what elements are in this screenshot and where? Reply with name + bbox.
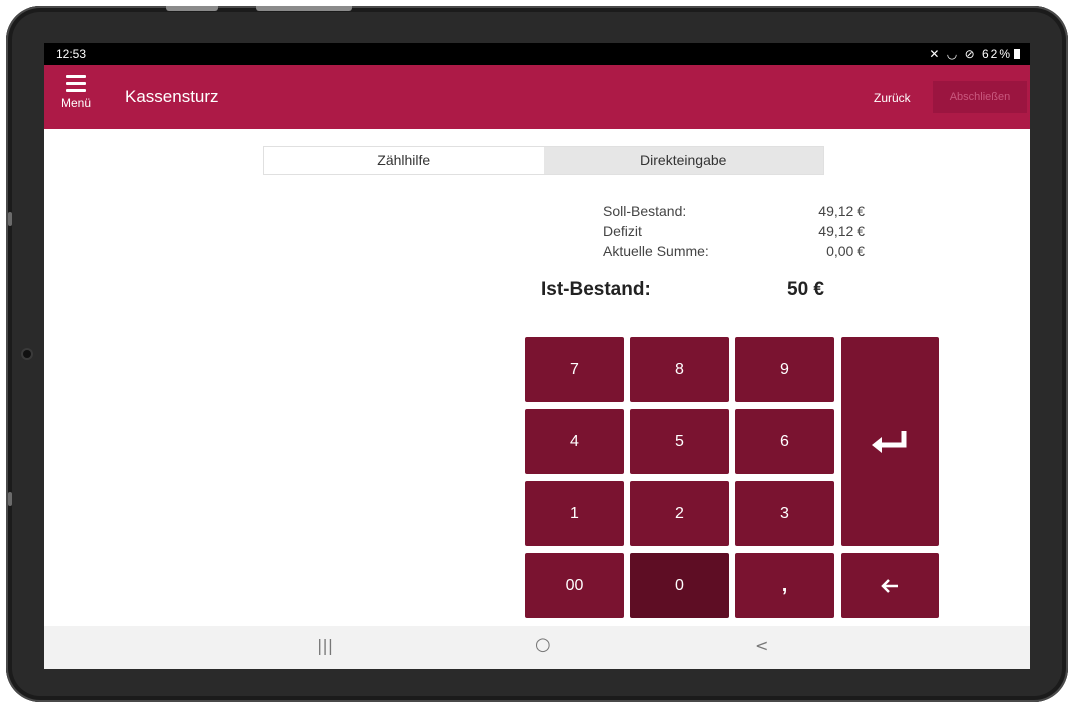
status-icons: ✕ ◡ ⊘ 62%: [929, 47, 1020, 61]
finish-button[interactable]: Abschließen: [933, 81, 1027, 113]
key-2[interactable]: 2: [630, 481, 729, 546]
page-title: Kassensturz: [125, 87, 219, 106]
soll-label: Soll-Bestand:: [603, 203, 687, 219]
nav-back-icon[interactable]: <: [755, 636, 768, 655]
summe-row: Aktuelle Summe: 0,00 €: [600, 241, 865, 261]
tab-zaehlhilfe[interactable]: Zählhilfe: [264, 147, 544, 174]
recent-apps-icon[interactable]: |||: [317, 636, 333, 655]
android-nav-bar: ||| ○ <: [44, 626, 1030, 669]
key-9[interactable]: 9: [735, 337, 834, 402]
key-1[interactable]: 1: [525, 481, 624, 546]
summe-value: 0,00 €: [826, 243, 865, 259]
key-comma[interactable]: ,: [735, 553, 834, 618]
key-3[interactable]: 3: [735, 481, 834, 546]
menu-button[interactable]: Menü: [58, 71, 94, 119]
battery-level: 62%: [981, 47, 1012, 61]
key-5[interactable]: 5: [630, 409, 729, 474]
status-indicator-icons: ✕ ◡ ⊘: [929, 47, 977, 61]
arrow-left-icon: [881, 578, 898, 593]
status-bar: 12:53 ✕ ◡ ⊘ 62%: [44, 43, 1030, 65]
hardware-button: [166, 6, 218, 11]
app-bar: Menü Kassensturz Zurück Abschließen: [44, 65, 1030, 129]
ist-bestand-row: Ist-Bestand: 50 €: [541, 277, 847, 305]
soll-row: Soll-Bestand: 49,12 €: [600, 201, 865, 221]
menu-label: Menü: [60, 96, 92, 110]
back-button[interactable]: Zurück: [874, 91, 911, 105]
key-4[interactable]: 4: [525, 409, 624, 474]
enter-key[interactable]: [841, 337, 939, 546]
summe-label: Aktuelle Summe:: [603, 243, 709, 259]
tablet-screen: 12:53 ✕ ◡ ⊘ 62% Menü Kassensturz Zurück …: [44, 43, 1030, 669]
ist-label: Ist-Bestand:: [541, 279, 651, 300]
backspace-key[interactable]: [841, 553, 939, 618]
key-0[interactable]: 0: [630, 553, 729, 618]
hamburger-icon: [66, 75, 86, 92]
battery-icon: [1014, 49, 1020, 59]
status-time: 12:53: [56, 47, 87, 61]
side-button: [8, 212, 12, 226]
tab-direkteingabe[interactable]: Direkteingabe: [543, 147, 823, 174]
key-7[interactable]: 7: [525, 337, 624, 402]
balance-summary: Soll-Bestand: 49,12 € Defizit 49,12 € Ak…: [600, 201, 865, 261]
enter-icon: [872, 430, 907, 453]
mode-tabs: Zählhilfe Direkteingabe: [263, 146, 824, 175]
defizit-value: 49,12 €: [818, 223, 865, 239]
hardware-button: [256, 6, 352, 11]
key-6[interactable]: 6: [735, 409, 834, 474]
soll-value: 49,12 €: [818, 203, 865, 219]
defizit-label: Defizit: [603, 223, 642, 239]
ist-value: 50 €: [787, 279, 824, 300]
key-00[interactable]: 00: [525, 553, 624, 618]
key-8[interactable]: 8: [630, 337, 729, 402]
camera: [23, 350, 31, 358]
home-icon[interactable]: ○: [535, 634, 551, 655]
side-button: [8, 492, 12, 506]
defizit-row: Defizit 49,12 €: [600, 221, 865, 241]
